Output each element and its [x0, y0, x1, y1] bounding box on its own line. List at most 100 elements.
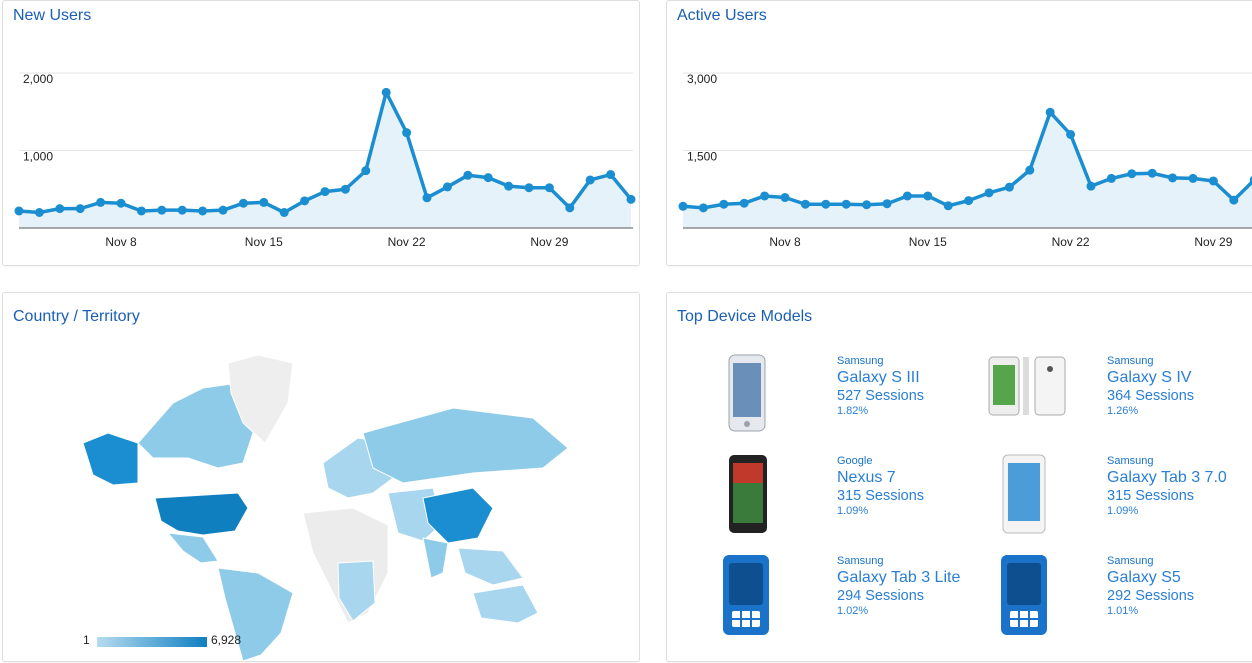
data-point[interactable] — [422, 193, 432, 203]
data-point[interactable] — [544, 183, 554, 193]
device-percent: 1.09% — [1107, 505, 1139, 517]
series-area — [19, 92, 631, 228]
data-point[interactable] — [923, 191, 933, 201]
data-point[interactable] — [96, 197, 106, 207]
data-point[interactable] — [719, 199, 729, 209]
data-point[interactable] — [320, 187, 330, 197]
data-point[interactable] — [800, 199, 810, 209]
data-point[interactable] — [361, 166, 371, 176]
legend-gradient — [97, 637, 207, 647]
data-point[interactable] — [1045, 107, 1055, 117]
data-point[interactable] — [1229, 195, 1239, 205]
x-tick-label: Nov 29 — [1194, 235, 1232, 249]
data-point[interactable] — [1004, 182, 1014, 192]
x-tick-label: Nov 15 — [909, 235, 947, 249]
data-point[interactable] — [1066, 129, 1076, 139]
data-point[interactable] — [626, 194, 636, 204]
data-point[interactable] — [402, 128, 412, 138]
data-point[interactable] — [75, 204, 85, 214]
data-point[interactable] — [1147, 168, 1157, 178]
data-point[interactable] — [1025, 165, 1035, 175]
device-brand: Samsung — [1107, 555, 1154, 567]
map-russia — [362, 407, 569, 484]
data-point[interactable] — [218, 205, 228, 215]
data-point[interactable] — [259, 197, 269, 207]
device-model[interactable]: Galaxy Tab 3 Lite — [837, 569, 960, 587]
data-point[interactable] — [678, 201, 688, 211]
device-item[interactable]: Samsung Galaxy Tab 3 Lite 294 Sessions 1… — [717, 553, 987, 643]
map-china — [422, 487, 494, 544]
data-point[interactable] — [943, 201, 953, 211]
data-point[interactable] — [300, 196, 310, 206]
data-point[interactable] — [55, 204, 65, 214]
legend-max: 6,928 — [211, 633, 242, 647]
data-point[interactable] — [116, 198, 126, 208]
legend-min: 1 — [83, 633, 90, 647]
data-point[interactable] — [14, 206, 24, 216]
data-point[interactable] — [238, 198, 248, 208]
data-point[interactable] — [698, 203, 708, 213]
device-sessions: 292 Sessions — [1107, 588, 1195, 604]
data-point[interactable] — [1208, 176, 1218, 186]
data-point[interactable] — [1106, 173, 1116, 183]
data-point[interactable] — [1127, 169, 1137, 179]
data-point[interactable] — [442, 182, 452, 192]
device-model[interactable]: Galaxy Tab 3 7.0 — [1107, 469, 1227, 487]
data-point[interactable] — [483, 173, 493, 183]
devices-card: Top Device Models Samsung Galaxy S III 5… — [666, 292, 1252, 662]
data-point[interactable] — [381, 87, 391, 97]
data-point[interactable] — [882, 199, 892, 209]
device-percent: 1.02% — [837, 605, 869, 617]
device-sessions: 315 Sessions — [1107, 488, 1195, 504]
tablet-image — [729, 455, 767, 533]
data-point[interactable] — [463, 170, 473, 180]
data-point[interactable] — [780, 193, 790, 203]
devices-title[interactable]: Top Device Models — [677, 308, 812, 326]
data-point[interactable] — [1168, 173, 1178, 183]
device-sessions: 315 Sessions — [837, 488, 925, 504]
device-item[interactable]: Samsung Galaxy S III 527 Sessions 1.82% — [717, 353, 987, 443]
data-point[interactable] — [136, 206, 146, 216]
device-item[interactable]: Google Nexus 7 315 Sessions 1.09% — [717, 453, 987, 543]
device-model[interactable]: Galaxy S5 — [1107, 569, 1194, 587]
data-point[interactable] — [177, 205, 187, 215]
data-point[interactable] — [34, 208, 44, 217]
data-point[interactable] — [606, 170, 616, 180]
data-point[interactable] — [524, 183, 534, 193]
world-map[interactable] — [3, 293, 641, 663]
device-model[interactable]: Nexus 7 — [837, 469, 924, 487]
data-point[interactable] — [157, 205, 167, 215]
device-item[interactable]: Samsung Galaxy Tab 3 7.0 315 Sessions 1.… — [987, 453, 1252, 543]
data-point[interactable] — [1086, 181, 1096, 191]
data-point[interactable] — [340, 184, 350, 194]
data-point[interactable] — [739, 198, 749, 208]
data-point[interactable] — [198, 206, 208, 216]
data-point[interactable] — [984, 188, 994, 198]
data-point[interactable] — [964, 196, 974, 206]
device-brand: Samsung — [1107, 355, 1154, 367]
map-se-asia — [457, 547, 524, 586]
data-point[interactable] — [504, 181, 514, 191]
data-point[interactable] — [565, 203, 575, 213]
data-point[interactable] — [279, 208, 289, 217]
device-item[interactable]: Samsung Galaxy S IV 364 Sessions 1.26% — [987, 353, 1252, 443]
data-point[interactable] — [821, 199, 831, 209]
data-point[interactable] — [1188, 173, 1198, 183]
generic-device-icon — [1001, 555, 1047, 635]
new-users-chart[interactable]: 2,000 1,000 Nov 8 Nov 15 Nov 22 Nov 29 — [3, 1, 641, 267]
device-item[interactable]: Samsung Galaxy S5 292 Sessions 1.01% — [987, 553, 1252, 643]
device-model[interactable]: Galaxy S III — [837, 369, 924, 387]
device-model[interactable]: Galaxy S IV — [1107, 369, 1194, 387]
device-percent: 1.01% — [1107, 605, 1139, 617]
device-brand: Google — [837, 455, 873, 467]
active-users-chart[interactable]: 3,000 1,500 Nov 8 Nov 15 Nov 22 Nov 29 — [667, 1, 1252, 267]
tablet-image — [1002, 454, 1046, 534]
phone-image — [728, 354, 766, 432]
data-point[interactable] — [585, 175, 595, 185]
data-point[interactable] — [902, 191, 912, 201]
device-percent: 1.09% — [837, 505, 869, 517]
data-point[interactable] — [760, 191, 770, 201]
new-users-card: New Users 2,000 1,000 Nov 8 Nov 15 Nov 22 Nov… — [2, 0, 640, 266]
data-point[interactable] — [862, 200, 872, 210]
data-point[interactable] — [841, 199, 851, 209]
